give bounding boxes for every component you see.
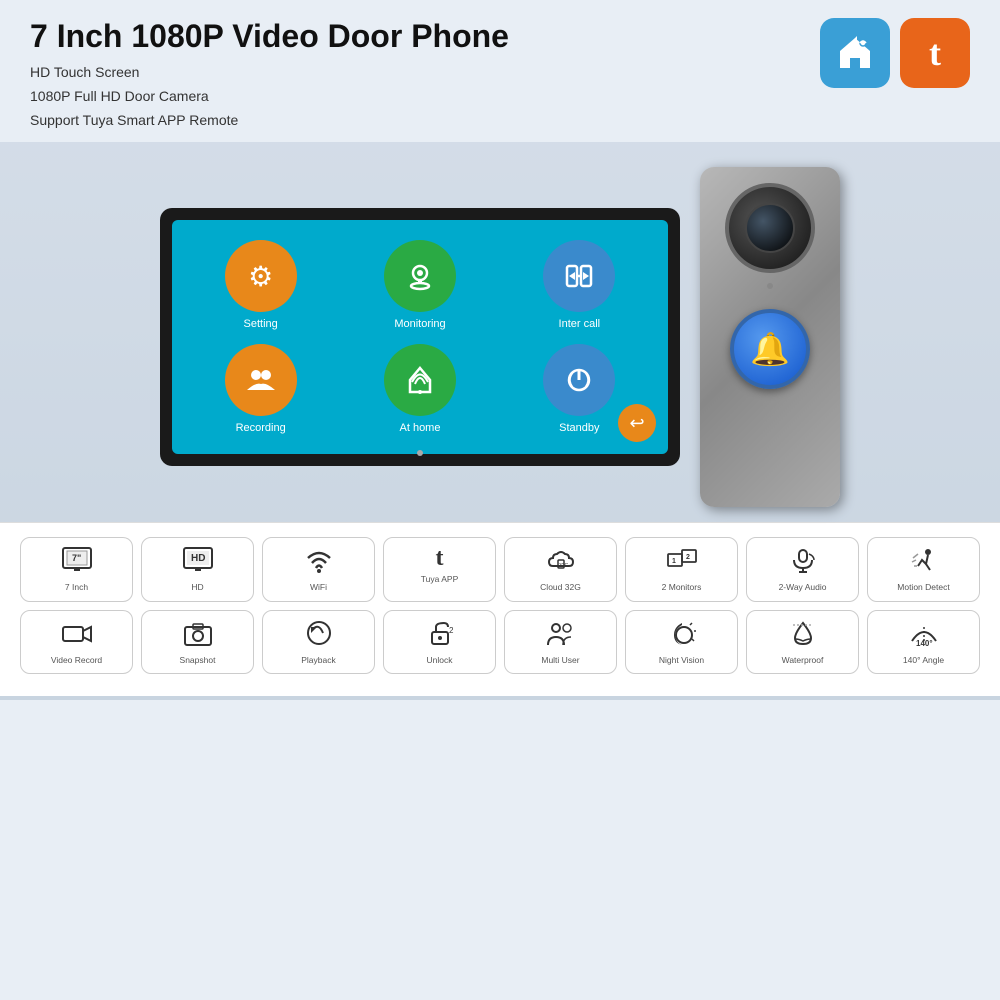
feature-7inch-label: 7 Inch [65,582,88,592]
features-row-1: 7" 7 Inch HD HD [20,537,980,601]
product-header: 7 Inch 1080P Video Door Phone HD Touch S… [0,0,1000,142]
feature-cloud-icon: 32G [545,546,577,578]
standby-label: Standby [559,422,599,434]
feature-waterproof: Waterproof [746,610,859,674]
svg-text:140°: 140° [916,639,933,647]
screen-btn-monitoring[interactable]: Monitoring [347,240,492,330]
feature-playback-label: Playback [301,655,336,665]
monitor-screen: ⚙ Setting Monitoring [172,220,668,454]
feature-hd: HD HD [141,537,254,601]
brand-icons: t [820,18,970,88]
feature-wifi-label: WiFi [310,582,327,592]
device-area: ⚙ Setting Monitoring [0,152,1000,522]
feature-line-2: 1080P Full HD Door Camera [30,85,970,109]
feature-video-label: Video Record [51,655,102,665]
feature-unlock-icon: 2 [424,619,456,651]
feature-hd-label: HD [191,582,203,592]
feature-snapshot: Snapshot [141,610,254,674]
feature-wifi-icon [303,546,335,578]
svg-text:HD: HD [191,553,205,564]
svg-text:2: 2 [449,626,454,635]
monitoring-icon [384,240,456,312]
feature-audio: 2-Way Audio [746,537,859,601]
feature-night: Night Vision [625,610,738,674]
feature-night-label: Night Vision [659,655,704,665]
features-row-2: Video Record Snapshot [20,610,980,674]
svg-text:32G: 32G [559,563,569,569]
standby-icon [543,344,615,416]
feature-7inch-icon: 7" [61,546,93,578]
feature-angle: 140° 140° Angle [867,610,980,674]
feature-unlock-label: Unlock [427,655,453,665]
feature-snapshot-label: Snapshot [180,655,216,665]
tuya-brand-icon: t [900,18,970,88]
feature-monitors-icon: 1 2 [666,546,698,578]
athome-label: At home [400,422,441,434]
feature-audio-label: 2-Way Audio [779,582,827,592]
feature-angle-label: 140° Angle [903,655,944,665]
doorbell-led [767,283,773,289]
feature-tuya-label: Tuya APP [421,574,458,584]
monitor: ⚙ Setting Monitoring [160,208,680,466]
intercall-label: Inter call [559,318,601,330]
feature-motion: Motion Detect [867,537,980,601]
feature-waterproof-label: Waterproof [782,655,824,665]
feature-7inch: 7" 7 Inch [20,537,133,601]
monitor-dot [417,450,423,456]
monitoring-label: Monitoring [394,318,445,330]
intercall-icon [543,240,615,312]
athome-icon [384,344,456,416]
setting-icon: ⚙ [225,240,297,312]
svg-text:1: 1 [672,558,676,565]
feature-night-icon [666,619,698,651]
feature-wifi: WiFi [262,537,375,601]
feature-playback: Playback [262,610,375,674]
screen-grid: ⚙ Setting Monitoring [188,240,652,434]
feature-motion-icon [908,546,940,578]
feature-angle-icon: 140° [908,619,940,651]
screen-btn-athome[interactable]: At home [347,344,492,434]
svg-text:2: 2 [686,554,690,561]
feature-cloud: 32G Cloud 32G [504,537,617,601]
camera-lens-inner [745,203,795,253]
screen-btn-recording[interactable]: Recording [188,344,333,434]
back-button[interactable]: ↩ [618,404,656,442]
recording-label: Recording [236,422,286,434]
setting-label: Setting [244,318,278,330]
screen-btn-setting[interactable]: ⚙ Setting [188,240,333,330]
doorbell-unit: 🔔 [700,167,840,507]
feature-multiuser-label: Multi User [541,655,579,665]
recording-icon [225,344,297,416]
svg-text:7": 7" [72,553,81,563]
feature-multiuser: Multi User [504,610,617,674]
feature-waterproof-icon [787,619,819,651]
home-brand-icon [820,18,890,88]
feature-hd-icon: HD [182,546,214,578]
feature-snapshot-icon [182,619,214,651]
feature-audio-icon [787,546,819,578]
screen-btn-intercall[interactable]: Inter call [507,240,652,330]
feature-playback-icon [303,619,335,651]
feature-unlock: 2 Unlock [383,610,496,674]
feature-tuya-icon: t [436,546,444,570]
bell-button[interactable]: 🔔 [730,309,810,389]
feature-line-3: Support Tuya Smart APP Remote [30,109,970,133]
feature-cloud-label: Cloud 32G [540,582,581,592]
feature-multiuser-icon [545,619,577,651]
feature-tuya: t Tuya APP [383,537,496,601]
feature-video-icon [61,619,93,651]
feature-monitors-label: 2 Monitors [662,582,702,592]
feature-monitors: 1 2 2 Monitors [625,537,738,601]
features-section: 7" 7 Inch HD HD [0,522,1000,695]
feature-video: Video Record [20,610,133,674]
camera-lens [725,183,815,273]
feature-motion-label: Motion Detect [897,582,949,592]
